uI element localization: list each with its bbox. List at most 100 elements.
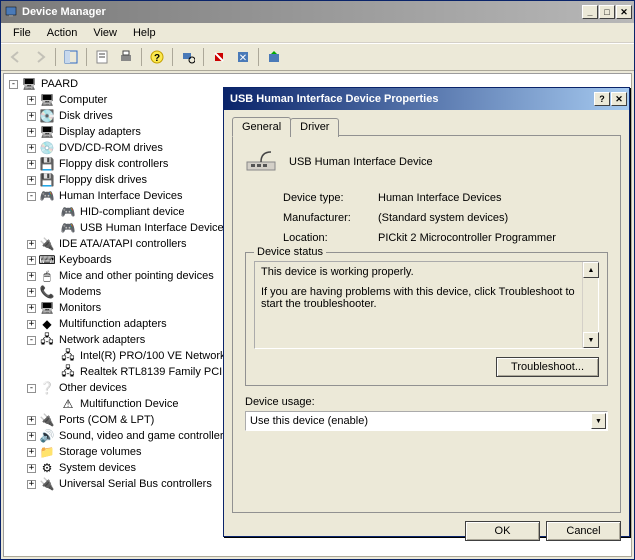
- menubar: File Action View Help: [1, 23, 634, 43]
- cancel-button[interactable]: Cancel: [546, 521, 621, 541]
- menu-action[interactable]: Action: [39, 25, 86, 41]
- dialog-titlebar: USB Human Interface Device Properties ? …: [224, 88, 629, 110]
- device-icon: 🖧: [39, 332, 55, 348]
- tree-toggle[interactable]: +: [27, 320, 36, 329]
- manufacturer-label: Manufacturer:: [283, 212, 378, 224]
- back-button[interactable]: [5, 46, 27, 68]
- tree-label[interactable]: Intel(R) PRO/100 VE Network: [78, 350, 228, 362]
- update-driver-button[interactable]: [263, 46, 285, 68]
- tree-label[interactable]: Multifunction adapters: [57, 318, 169, 330]
- dialog-close-button[interactable]: ✕: [611, 92, 627, 106]
- device-icon: 🔊: [39, 428, 55, 444]
- tree-label[interactable]: Human Interface Devices: [57, 190, 185, 202]
- tree-toggle[interactable]: +: [27, 176, 36, 185]
- tree-toggle[interactable]: +: [27, 448, 36, 457]
- tree-label[interactable]: Network adapters: [57, 334, 147, 346]
- tree-label[interactable]: Keyboards: [57, 254, 114, 266]
- ok-button[interactable]: OK: [465, 521, 540, 541]
- menu-help[interactable]: Help: [125, 25, 164, 41]
- main-title: Device Manager: [22, 6, 582, 18]
- tree-label[interactable]: IDE ATA/ATAPI controllers: [57, 238, 189, 250]
- svg-text:?: ?: [154, 53, 160, 64]
- tree-label[interactable]: Floppy disk drives: [57, 174, 149, 186]
- forward-button[interactable]: [29, 46, 51, 68]
- tree-toggle[interactable]: +: [27, 112, 36, 121]
- device-name: USB Human Interface Device: [289, 156, 433, 168]
- tree-toggle[interactable]: +: [27, 256, 36, 265]
- main-titlebar: Device Manager _ □ ✕: [1, 1, 634, 23]
- device-icon: 💿: [39, 140, 55, 156]
- chevron-down-icon[interactable]: ▼: [591, 413, 606, 429]
- minimize-button[interactable]: _: [582, 5, 598, 19]
- tree-toggle[interactable]: +: [27, 288, 36, 297]
- properties-button[interactable]: [91, 46, 113, 68]
- help-button[interactable]: ?: [146, 46, 168, 68]
- device-type-value: Human Interface Devices: [378, 192, 502, 204]
- tree-label[interactable]: Sound, video and game controller: [57, 430, 226, 442]
- tree-label[interactable]: Display adapters: [57, 126, 143, 138]
- tree-toggle[interactable]: +: [27, 240, 36, 249]
- tree-toggle[interactable]: +: [27, 144, 36, 153]
- dialog-title: USB Human Interface Device Properties: [226, 93, 594, 105]
- device-icon: ⚠: [60, 396, 76, 412]
- device-icon: 🖥: [39, 92, 55, 108]
- maximize-button[interactable]: □: [599, 5, 615, 19]
- tree-label[interactable]: Modems: [57, 286, 103, 298]
- scroll-down-icon[interactable]: ▼: [583, 332, 599, 348]
- menu-file[interactable]: File: [5, 25, 39, 41]
- scroll-up-icon[interactable]: ▲: [583, 262, 599, 278]
- tree-label[interactable]: Ports (COM & LPT): [57, 414, 156, 426]
- status-scrollbar[interactable]: ▲ ▼: [582, 262, 598, 348]
- tree-toggle[interactable]: +: [27, 464, 36, 473]
- device-icon: 📞: [39, 284, 55, 300]
- device-icon: 💾: [39, 172, 55, 188]
- disable-button[interactable]: [208, 46, 230, 68]
- tree-label[interactable]: Other devices: [57, 382, 129, 394]
- tree-toggle[interactable]: -: [27, 192, 36, 201]
- tree-toggle[interactable]: +: [27, 160, 36, 169]
- tree-label[interactable]: Universal Serial Bus controllers: [57, 478, 214, 490]
- device-status-legend: Device status: [254, 246, 326, 258]
- uninstall-button[interactable]: ✕: [232, 46, 254, 68]
- tree-label[interactable]: HID-compliant device: [78, 206, 187, 218]
- tree-toggle[interactable]: +: [27, 480, 36, 489]
- status-line2: If you are having problems with this dev…: [261, 286, 580, 310]
- tree-label[interactable]: Realtek RTL8139 Family PCI F: [78, 366, 234, 378]
- dialog-help-button[interactable]: ?: [594, 92, 610, 106]
- device-icon: 🎮: [60, 204, 76, 220]
- tree-label[interactable]: DVD/CD-ROM drives: [57, 142, 165, 154]
- device-type-label: Device type:: [283, 192, 378, 204]
- troubleshoot-button[interactable]: Troubleshoot...: [496, 357, 599, 377]
- tree-label[interactable]: Mice and other pointing devices: [57, 270, 216, 282]
- app-icon: [3, 4, 19, 20]
- tree-toggle[interactable]: -: [27, 336, 36, 345]
- tree-label[interactable]: Floppy disk controllers: [57, 158, 170, 170]
- tree-toggle[interactable]: -: [27, 384, 36, 393]
- tree-toggle[interactable]: +: [27, 128, 36, 137]
- tree-label[interactable]: System devices: [57, 462, 138, 474]
- show-hide-button[interactable]: [60, 46, 82, 68]
- tree-toggle[interactable]: +: [27, 96, 36, 105]
- tree-label[interactable]: Disk drives: [57, 110, 115, 122]
- tree-label[interactable]: Storage volumes: [57, 446, 144, 458]
- device-status-text[interactable]: This device is working properly. If you …: [254, 261, 599, 349]
- tab-general[interactable]: General: [232, 117, 291, 137]
- device-icon: ⚙: [39, 460, 55, 476]
- tree-toggle[interactable]: +: [27, 272, 36, 281]
- print-button[interactable]: [115, 46, 137, 68]
- device-icon: 🖧: [60, 364, 76, 380]
- device-usage-select[interactable]: Use this device (enable) ▼: [245, 411, 608, 431]
- tree-label[interactable]: Computer: [57, 94, 109, 106]
- close-button[interactable]: ✕: [616, 5, 632, 19]
- device-icon: 🖥: [39, 300, 55, 316]
- tab-driver[interactable]: Driver: [290, 118, 339, 137]
- tree-toggle[interactable]: +: [27, 416, 36, 425]
- properties-dialog: USB Human Interface Device Properties ? …: [223, 87, 630, 537]
- menu-view[interactable]: View: [85, 25, 125, 41]
- tree-label[interactable]: Monitors: [57, 302, 103, 314]
- tree-label[interactable]: USB Human Interface Device: [78, 222, 226, 234]
- tree-toggle[interactable]: +: [27, 304, 36, 313]
- tree-toggle[interactable]: +: [27, 432, 36, 441]
- scan-button[interactable]: [177, 46, 199, 68]
- tree-label[interactable]: Multifunction Device: [78, 398, 180, 410]
